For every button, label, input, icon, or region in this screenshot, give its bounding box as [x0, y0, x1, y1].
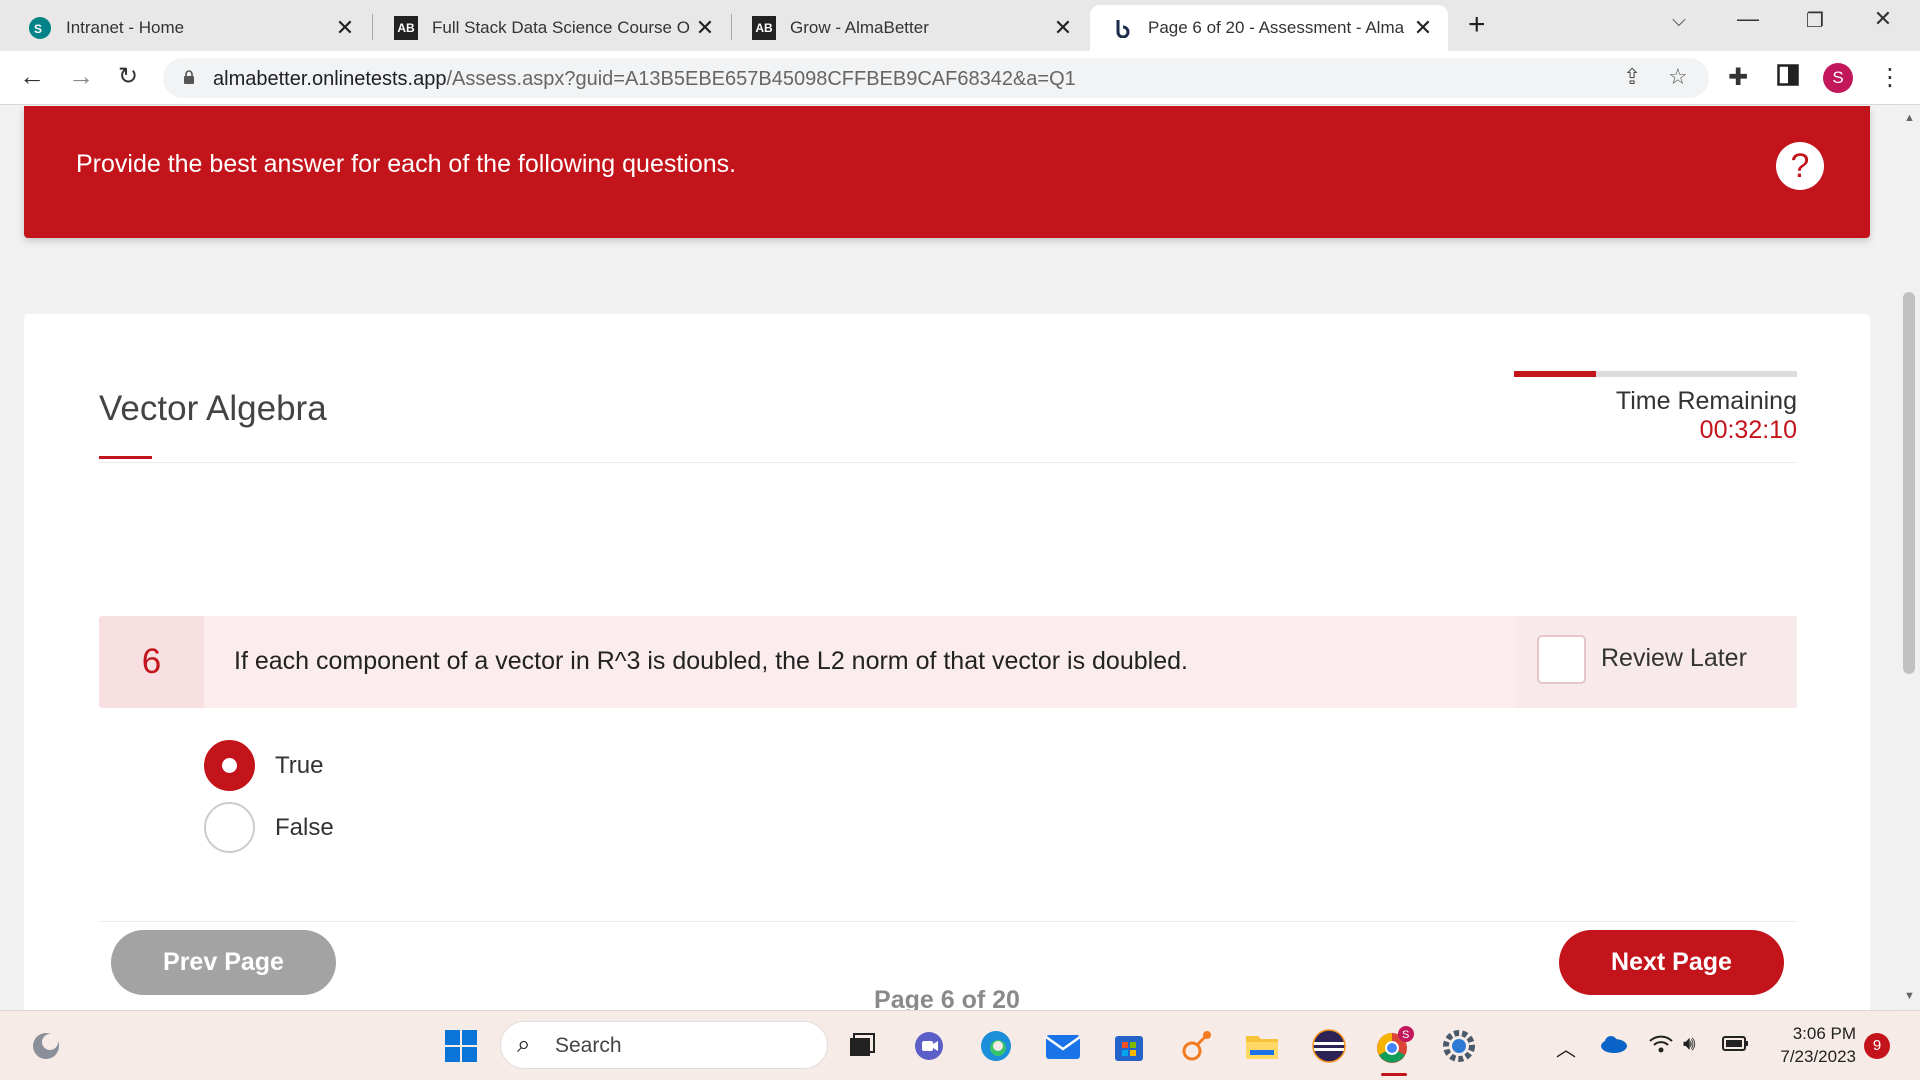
scroll-down-icon[interactable]: ▼	[1904, 990, 1915, 1002]
address-toolbar: ← → ↻ almabetter.onlinetests.app/Assess.…	[0, 51, 1920, 105]
tab-title: Page 6 of 20 - Assessment - Alma	[1148, 18, 1405, 37]
review-later[interactable]: Review Later	[1517, 616, 1797, 708]
close-icon[interactable]: ✕	[1412, 15, 1434, 41]
radio-button-selected[interactable]	[204, 740, 255, 791]
option-label: True	[275, 751, 324, 779]
option-true[interactable]: True	[204, 740, 323, 791]
chrome-browser-icon[interactable]: S	[1372, 1026, 1416, 1065]
forward-icon[interactable]: →	[63, 61, 99, 92]
question-row: 6 If each component of a vector in R^3 i…	[99, 616, 1797, 708]
question-text: If each component of a vector in R^3 is …	[234, 647, 1188, 675]
tab-title: Full Stack Data Science Course O	[432, 18, 690, 37]
tab-assessment[interactable]: Page 6 of 20 - Assessment - Alma ✕	[1090, 5, 1448, 51]
onedrive-cloud-icon[interactable]	[1600, 1035, 1628, 1059]
close-icon[interactable]: ✕	[1052, 15, 1074, 41]
browser-tab-strip: S Intranet - Home ✕ AB Full Stack Data S…	[0, 0, 1920, 51]
search-icon: ⌕	[517, 1031, 531, 1058]
bookmark-star-icon[interactable]: ☆	[1668, 64, 1688, 90]
tab-title: Grow - AlmaBetter	[790, 18, 929, 37]
minimize-icon[interactable]: —	[1733, 6, 1763, 32]
notification-badge[interactable]: 9	[1864, 1033, 1890, 1059]
url-host: almabetter.onlinetests.app	[213, 68, 447, 90]
review-later-checkbox[interactable]	[1537, 635, 1586, 684]
weather-icon[interactable]	[27, 1027, 65, 1065]
tab-divider	[372, 14, 373, 40]
option-label: False	[275, 813, 334, 841]
time-remaining: Time Remaining 00:32:10	[1514, 387, 1797, 445]
prev-page-button[interactable]: Prev Page	[111, 930, 336, 995]
divider	[99, 462, 1797, 463]
profile-avatar[interactable]: S	[1823, 63, 1853, 93]
instruction-banner: Provide the best answer for each of the …	[24, 106, 1870, 238]
system-clock[interactable]: 3:06 PM 7/23/2023	[1764, 1022, 1856, 1068]
settings-gear-icon[interactable]	[1440, 1027, 1478, 1065]
search-placeholder: Search	[555, 1034, 622, 1057]
time-progress-fill	[1514, 371, 1597, 377]
url-path: /Assess.aspx?guid=A13B5EBE657B45098CFFBE…	[446, 68, 1076, 90]
edge-browser-icon[interactable]	[977, 1027, 1015, 1065]
battery-icon[interactable]	[1722, 1033, 1750, 1059]
active-app-indicator	[1381, 1073, 1407, 1076]
option-false[interactable]: False	[204, 802, 334, 853]
file-explorer-icon[interactable]	[1243, 1027, 1281, 1065]
windows-taskbar: ⌕ Search S ︿ 🔊︎ 3:06 PM 7/23/2023 9	[0, 1010, 1920, 1080]
clock-time: 3:06 PM	[1792, 1024, 1856, 1043]
page-viewport: Provide the best answer for each of the …	[0, 106, 1898, 1010]
time-remaining-label: Time Remaining	[1615, 387, 1797, 415]
extensions-icon[interactable]: ✚	[1728, 63, 1748, 92]
wifi-icon[interactable]	[1648, 1033, 1674, 1061]
address-bar[interactable]: almabetter.onlinetests.app/Assess.aspx?g…	[163, 58, 1709, 98]
tab-title: Intranet - Home	[66, 18, 185, 37]
microsoft-store-icon[interactable]	[1110, 1027, 1148, 1065]
onlinetests-icon	[1110, 16, 1134, 40]
menu-dots-icon[interactable]: ⋮	[1878, 63, 1902, 92]
show-hidden-icons-icon[interactable]: ︿	[1556, 1033, 1576, 1062]
help-icon[interactable]: ?	[1776, 142, 1824, 190]
windows-start-icon[interactable]	[442, 1027, 480, 1065]
almabetter-icon: AB	[394, 16, 418, 40]
back-icon[interactable]: ←	[14, 61, 50, 92]
review-later-label: Review Later	[1601, 644, 1747, 672]
postman-app-icon[interactable]	[1177, 1027, 1215, 1065]
tab-intranet-home[interactable]: S Intranet - Home ✕	[8, 5, 370, 51]
side-panel-icon[interactable]	[1777, 64, 1799, 93]
time-progress-bar	[1514, 371, 1797, 377]
next-page-button[interactable]: Next Page	[1559, 930, 1784, 995]
svg-text:S: S	[34, 22, 42, 36]
close-icon[interactable]: ✕	[334, 15, 356, 41]
page-scrollbar[interactable]: ▲ ▼	[1898, 106, 1920, 1010]
sharepoint-icon: S	[28, 16, 52, 40]
clock-date: 7/23/2023	[1780, 1047, 1856, 1066]
scrollbar-thumb[interactable]	[1903, 292, 1915, 674]
almabetter-icon: AB	[752, 16, 776, 40]
new-tab-icon[interactable]: +	[1468, 8, 1486, 42]
title-underline	[99, 456, 152, 459]
reload-icon[interactable]: ↻	[110, 62, 146, 91]
banner-message: Provide the best answer for each of the …	[76, 150, 737, 178]
divider	[99, 921, 1797, 922]
taskbar-search[interactable]: ⌕ Search	[500, 1021, 828, 1069]
lock-icon	[183, 70, 195, 84]
svg-text:S: S	[1402, 1029, 1409, 1041]
close-icon[interactable]: ✕	[694, 15, 716, 41]
teams-chat-icon[interactable]	[910, 1027, 948, 1065]
tab-full-stack-course[interactable]: AB Full Stack Data Science Course O ✕	[374, 5, 730, 51]
eclipse-ide-icon[interactable]	[1310, 1027, 1348, 1065]
scroll-up-icon[interactable]: ▲	[1904, 112, 1915, 124]
question-card: Vector Algebra Time Remaining 00:32:10 6…	[24, 314, 1870, 1010]
close-window-icon[interactable]: ✕	[1868, 6, 1898, 32]
question-number: 6	[99, 616, 204, 708]
tab-grow-almabetter[interactable]: AB Grow - AlmaBetter ✕	[732, 5, 1088, 51]
mail-icon[interactable]	[1044, 1027, 1082, 1065]
volume-icon[interactable]: 🔊︎	[1683, 1033, 1696, 1056]
restore-icon[interactable]: ❐	[1800, 8, 1830, 33]
tab-search-icon[interactable]: ⌵	[1664, 10, 1694, 31]
radio-button[interactable]	[204, 802, 255, 853]
share-icon[interactable]: ⇪	[1623, 64, 1641, 90]
task-view-icon[interactable]	[843, 1027, 881, 1065]
url-text[interactable]: almabetter.onlinetests.app/Assess.aspx?g…	[213, 68, 1076, 91]
time-remaining-value: 00:32:10	[1699, 416, 1797, 444]
section-title: Vector Algebra	[99, 389, 327, 428]
